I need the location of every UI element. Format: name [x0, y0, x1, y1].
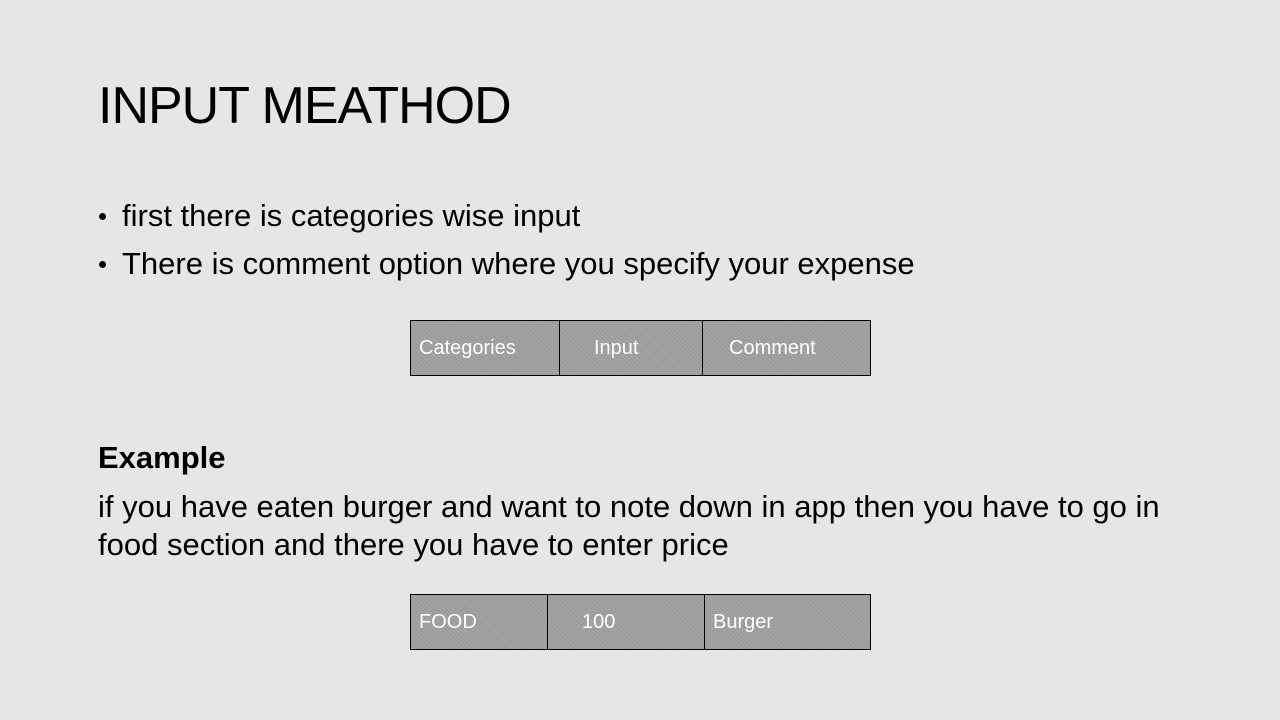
table-cell-food: FOOD [419, 610, 477, 633]
table-cell-amount: 100 [547, 595, 704, 649]
input-format-table: Categories Input Comment [410, 320, 871, 376]
bullet-icon: • [98, 201, 108, 231]
table-cell-comment: Comment [702, 321, 870, 375]
bullet-icon: • [98, 249, 108, 279]
bullet-item: • There is comment option where you spec… [98, 240, 915, 288]
slide-title: INPUT MEATHOD [98, 77, 512, 135]
bullet-item: • first there is categories wise input [98, 192, 915, 240]
slide: INPUT MEATHOD • first there is categorie… [0, 0, 1280, 720]
table-cell-categories: Categories [419, 336, 516, 359]
example-text: if you have eaten burger and want to not… [98, 489, 1160, 562]
example-table: FOOD 100 Burger [410, 594, 871, 650]
table-cell-item: Burger [704, 595, 870, 649]
bullet-text: There is comment option where you specif… [122, 246, 915, 281]
example-heading: Example [98, 440, 226, 475]
table-cell-input: Input [559, 321, 702, 375]
bullet-list: • first there is categories wise input •… [98, 192, 915, 288]
bullet-text: first there is categories wise input [122, 198, 581, 233]
